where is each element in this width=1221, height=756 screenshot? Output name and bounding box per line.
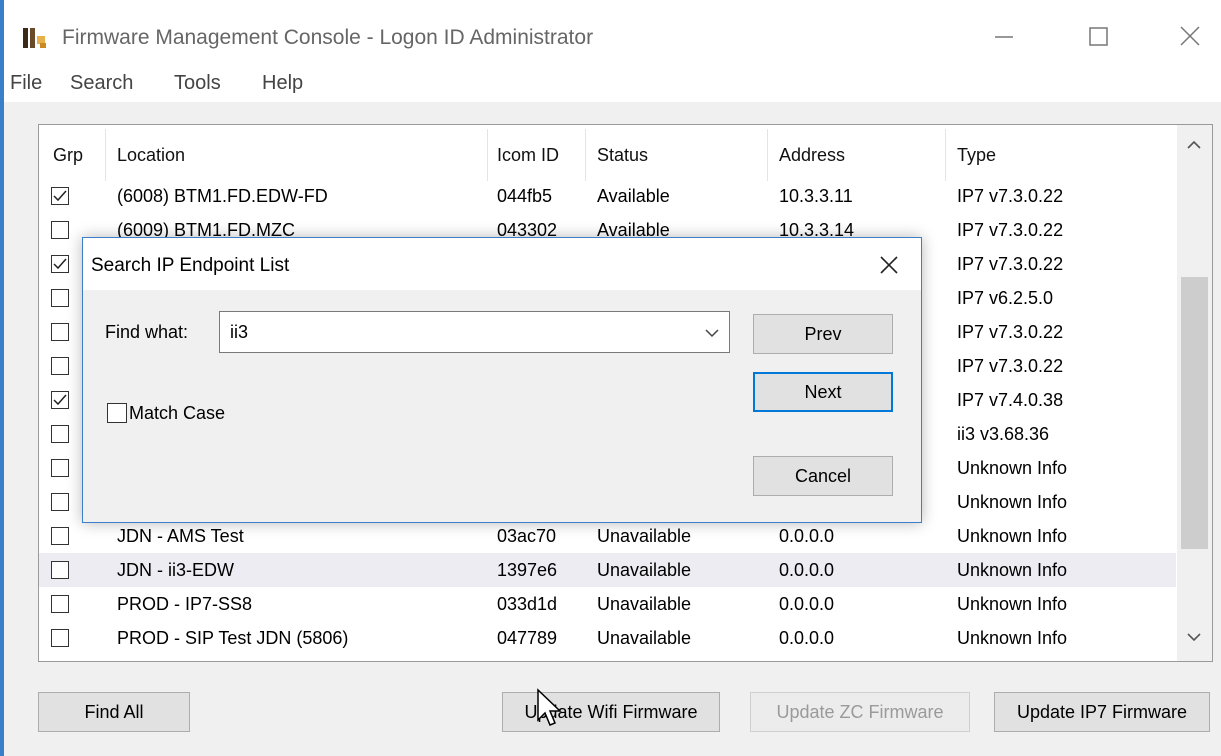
next-button[interactable]: Next xyxy=(753,372,893,412)
grp-checkbox[interactable] xyxy=(51,323,69,341)
window-title: Firmware Management Console - Logon ID A… xyxy=(62,26,594,49)
grp-checkbox[interactable] xyxy=(51,357,69,375)
column-divider[interactable] xyxy=(487,129,488,181)
scroll-up-icon[interactable] xyxy=(1186,139,1202,151)
table-row[interactable]: PROD - IP7-SS8 033d1d Unavailable 0.0.0.0 Un… xyxy=(39,587,1176,621)
menu-file[interactable]: File xyxy=(10,72,42,95)
mouse-cursor-icon xyxy=(537,688,562,726)
dialog-title: Search IP Endpoint List xyxy=(91,255,290,276)
type-cell: Unknown Info xyxy=(957,628,1068,648)
grp-checkbox[interactable] xyxy=(51,561,69,579)
maximize-icon[interactable] xyxy=(1078,18,1118,56)
grp-checkbox[interactable] xyxy=(51,595,69,613)
close-icon[interactable] xyxy=(878,254,900,276)
prev-button[interactable]: Prev xyxy=(753,314,893,354)
update-wifi-firmware-button[interactable]: Update Wifi Firmware xyxy=(502,692,720,732)
location-cell: JDN - AMS Test xyxy=(117,526,244,546)
menu-help[interactable]: Help xyxy=(262,72,303,95)
menu-search[interactable]: Search xyxy=(70,72,133,95)
location-cell: (6008) BTM1.FD.EDW-FD xyxy=(117,186,328,206)
address-cell: 10.3.3.11 xyxy=(779,186,853,206)
vertical-scrollbar[interactable] xyxy=(1177,125,1212,661)
column-header-address[interactable]: Address xyxy=(779,145,845,166)
grp-checkbox[interactable] xyxy=(51,289,69,307)
address-cell: 0.0.0.0 xyxy=(779,628,835,648)
match-case-label[interactable]: Match Case xyxy=(129,403,225,424)
type-cell: IP7 v7.3.0.22 xyxy=(957,254,1064,274)
table-row[interactable]: JDN - ii3-EDW 1397e6 Unavailable 0.0.0.0 Unk… xyxy=(39,553,1176,587)
icom-id-cell: 033d1d xyxy=(497,594,558,614)
column-divider[interactable] xyxy=(105,129,106,181)
grp-checkbox[interactable] xyxy=(51,187,69,205)
icom-id-cell: 1397e6 xyxy=(497,560,558,580)
update-zc-firmware-button[interactable]: Update ZC Firmware xyxy=(750,692,970,732)
status-cell: Available xyxy=(597,186,670,206)
grp-checkbox[interactable] xyxy=(51,493,69,511)
table-row[interactable]: (6008) BTM1.FD.EDW-FD 044fb5 Available 10.3… xyxy=(39,179,1176,213)
location-cell: PROD - SIP Test JDN (5806) xyxy=(117,628,349,648)
icom-id-cell: 044fb5 xyxy=(497,186,553,206)
icom-id-cell: 047789 xyxy=(497,628,558,648)
update-ip7-firmware-button[interactable]: Update IP7 Firmware xyxy=(994,692,1210,732)
title-bar[interactable]: Firmware Management Console - Logon ID A… xyxy=(4,0,1221,72)
location-cell: JDN - ii3-EDW xyxy=(117,560,234,580)
address-cell: 0.0.0.0 xyxy=(779,526,835,546)
grp-checkbox[interactable] xyxy=(51,629,69,647)
find-what-label: Find what: xyxy=(105,322,189,342)
column-header-grp[interactable]: Grp xyxy=(53,145,83,166)
address-cell: 0.0.0.0 xyxy=(779,594,835,614)
app-icon xyxy=(23,28,46,48)
icom-id-cell: 03ac70 xyxy=(497,526,557,546)
chevron-down-icon[interactable] xyxy=(704,327,720,339)
location-cell: PROD - IP7-SS8 xyxy=(117,594,253,614)
status-cell: Unavailable xyxy=(597,526,692,546)
scroll-down-icon[interactable] xyxy=(1186,631,1202,643)
type-cell: ii3 v3.68.36 xyxy=(957,424,1050,444)
grp-checkbox[interactable] xyxy=(51,391,69,409)
find-all-button[interactable]: Find All xyxy=(38,692,190,732)
grp-checkbox[interactable] xyxy=(51,527,69,545)
type-cell: IP7 v7.3.0.22 xyxy=(957,186,1064,206)
column-header-status[interactable]: Status xyxy=(597,145,648,166)
column-header-icom-id[interactable]: Icom ID xyxy=(497,145,559,166)
table-row[interactable]: PROD - SIP Test JDN (5806) 047789 Unavaila… xyxy=(39,621,1176,655)
column-header-location[interactable]: Location xyxy=(117,145,185,166)
search-dialog: Search IP Endpoint List Find what: ii3 P… xyxy=(82,237,922,523)
minimize-icon[interactable] xyxy=(982,18,1022,56)
menu-bar: File Search Tools Help xyxy=(4,66,1221,102)
dialog-body: Find what: ii3 Prev Next Cancel Match Ca… xyxy=(83,290,921,522)
find-what-combobox[interactable]: ii3 xyxy=(219,311,730,353)
type-cell: Unknown Info xyxy=(957,526,1068,546)
column-divider[interactable] xyxy=(767,129,768,181)
type-cell: Unknown Info xyxy=(957,458,1068,478)
type-cell: IP7 v7.4.0.38 xyxy=(957,390,1064,410)
grp-checkbox[interactable] xyxy=(51,221,69,239)
status-cell: Unavailable xyxy=(597,560,692,580)
type-cell: IP7 v6.2.5.0 xyxy=(957,288,1054,308)
cancel-button[interactable]: Cancel xyxy=(753,456,893,496)
column-divider[interactable] xyxy=(945,129,946,181)
status-cell: Unavailable xyxy=(597,628,692,648)
type-cell: IP7 v7.3.0.22 xyxy=(957,356,1064,376)
match-case-checkbox[interactable] xyxy=(107,403,127,423)
status-cell: Unavailable xyxy=(597,594,692,614)
column-divider[interactable] xyxy=(585,129,586,181)
find-what-value[interactable]: ii3 xyxy=(230,322,248,343)
table-row[interactable]: JDN - AMS Test 03ac70 Unavailable 0.0.0.0 Un… xyxy=(39,519,1176,553)
menu-tools[interactable]: Tools xyxy=(174,72,221,95)
column-header-type[interactable]: Type xyxy=(957,145,996,166)
grp-checkbox[interactable] xyxy=(51,425,69,443)
grp-checkbox[interactable] xyxy=(51,255,69,273)
type-cell: Unknown Info xyxy=(957,594,1068,614)
scrollbar-thumb[interactable] xyxy=(1181,277,1208,549)
type-cell: Unknown Info xyxy=(957,492,1068,512)
type-cell: IP7 v7.3.0.22 xyxy=(957,220,1064,240)
address-cell: 0.0.0.0 xyxy=(779,560,835,580)
close-icon[interactable] xyxy=(1170,18,1210,56)
grp-checkbox[interactable] xyxy=(51,459,69,477)
type-cell: Unknown Info xyxy=(957,560,1068,580)
type-cell: IP7 v7.3.0.22 xyxy=(957,322,1064,342)
